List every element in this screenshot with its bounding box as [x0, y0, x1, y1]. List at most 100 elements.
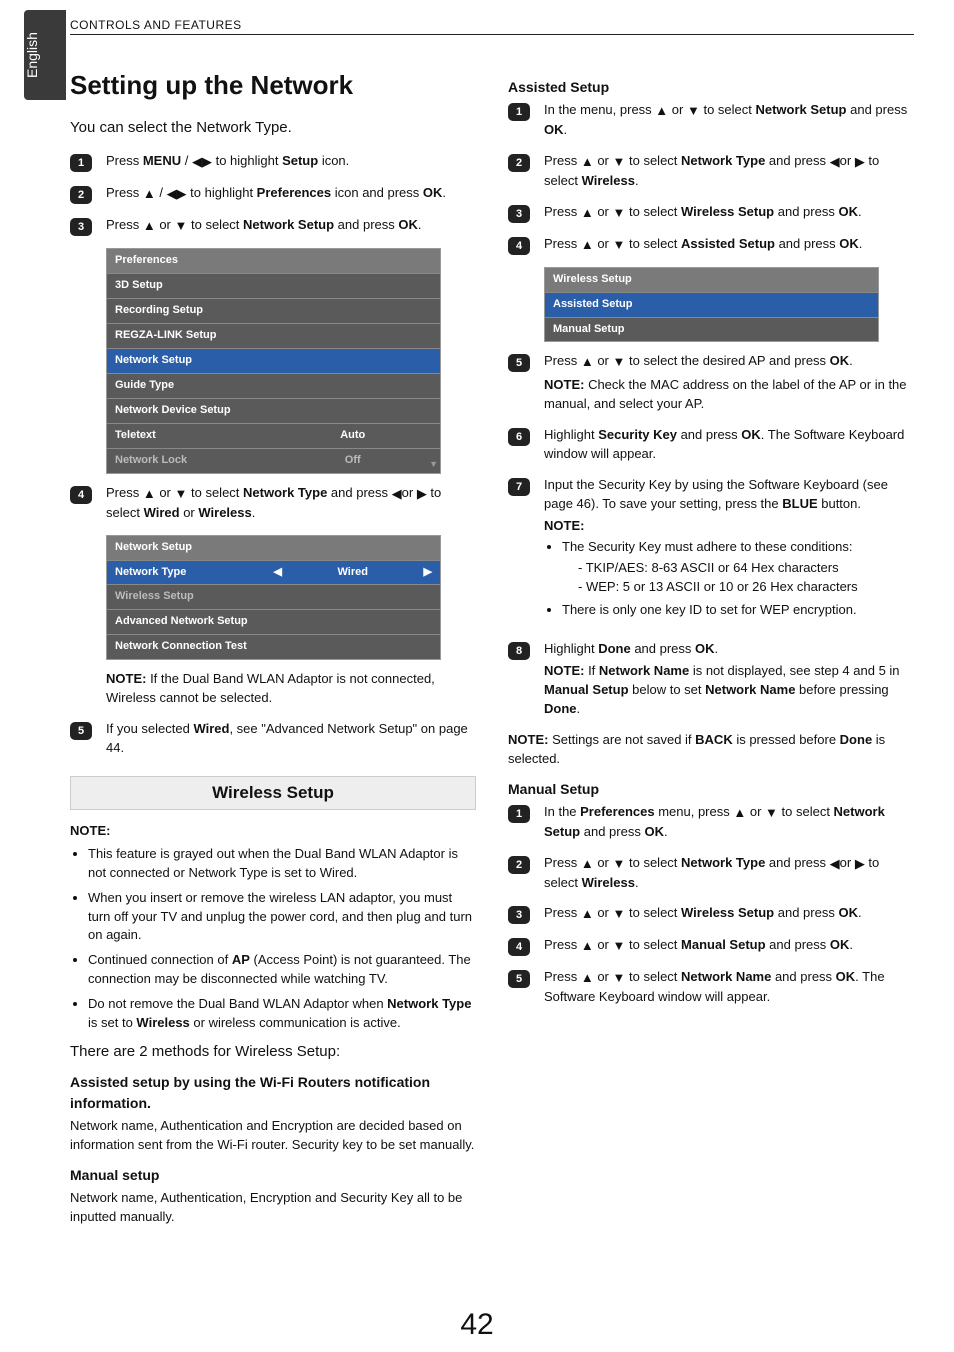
ok-label: OK	[830, 937, 850, 952]
menu-row-label: Teletext	[115, 428, 274, 444]
left-column: Setting up the Network You can select th…	[70, 51, 476, 1235]
step-1-body: Press MENU / ◀▶ to highlight Setup icon.	[106, 152, 476, 172]
menu-row-label: Network Type	[115, 565, 274, 581]
menu-row-label: Guide Type	[115, 378, 432, 394]
preferences-label: Preferences	[257, 185, 331, 200]
text: Continued connection of	[88, 952, 232, 967]
down-icon: ▼	[613, 855, 626, 874]
done-label: Done	[544, 701, 577, 716]
menu-row-value: ◀Wired▶	[274, 565, 433, 581]
step-body: Press ▲ or ▼ to select Network Type and …	[544, 152, 914, 191]
manual-setup-label: Manual Setup	[681, 937, 766, 952]
assisted-step-7: 7 Input the Security Key by using the So…	[508, 476, 914, 628]
menu-row: Network Type◀Wired▶	[107, 560, 440, 585]
assisted-step-1: 1 In the menu, press ▲ or ▼ to select Ne…	[508, 101, 914, 140]
step-badge-3: 3	[508, 205, 530, 223]
text: Press	[544, 905, 581, 920]
menu-row: Guide Type	[107, 373, 440, 398]
right-icon: ▶	[417, 485, 427, 504]
text: to select	[625, 905, 681, 920]
text: to select	[625, 153, 681, 168]
menu-row-label: Network Device Setup	[115, 403, 432, 419]
ok-label: OK	[423, 185, 443, 200]
step-badge-2: 2	[70, 186, 92, 204]
text: If the Dual Band WLAN Adaptor is not con…	[106, 671, 435, 705]
text: menu, press	[580, 102, 655, 117]
page: English CONTROLS AND FEATURES Setting up…	[0, 0, 954, 1352]
text: or	[594, 353, 613, 368]
left-step-2: 2 Press ▲ / ◀▶ to highlight Preferences …	[70, 184, 476, 204]
assisted-setup-label: Assisted Setup	[681, 236, 775, 251]
note-label: NOTE:	[544, 517, 914, 536]
up-icon: ▲	[581, 204, 594, 223]
list-item: There is only one key ID to set for WEP …	[562, 601, 914, 620]
wireless-setup-heading: Wireless Setup	[70, 776, 476, 811]
page-number: 42	[0, 1308, 954, 1342]
step-badge-5: 5	[508, 970, 530, 988]
text: or	[156, 217, 175, 232]
text: /	[156, 185, 167, 200]
text: Highlight	[544, 641, 598, 656]
step-badge-5: 5	[508, 354, 530, 372]
ok-label: OK	[836, 969, 856, 984]
text: icon.	[318, 153, 349, 168]
text: /	[181, 153, 192, 168]
text: and press	[327, 485, 391, 500]
menu-row: Advanced Network Setup	[107, 609, 440, 634]
menu-row: TeletextAuto	[107, 423, 440, 448]
text: menu, press	[655, 804, 734, 819]
text: Press	[106, 185, 143, 200]
language-tab: English	[24, 10, 66, 100]
left-right-icon: ◀▶	[167, 185, 187, 204]
text: In the	[544, 102, 580, 117]
ok-label: OK	[741, 427, 761, 442]
menu-row-value: Off	[274, 453, 433, 469]
menu-row-label: Manual Setup	[553, 322, 870, 338]
text: or	[668, 102, 687, 117]
menu-row: 3D Setup	[107, 273, 440, 298]
left-step-5: 5 If you selected Wired, see "Advanced N…	[70, 720, 476, 758]
wireless-setup-menu: Wireless Setup Assisted SetupManual Setu…	[544, 267, 879, 343]
up-icon: ▲	[581, 153, 594, 172]
blue-button-label: BLUE	[782, 496, 817, 511]
note-label: NOTE:	[544, 377, 584, 392]
text: or	[594, 905, 613, 920]
menu-row-label: Recording Setup	[115, 303, 432, 319]
text: to select	[625, 204, 681, 219]
right-icon: ▶	[424, 565, 432, 581]
text: Press	[544, 855, 581, 870]
menu-row-label: Wireless Setup	[115, 589, 432, 605]
left-icon: ◀	[830, 855, 840, 874]
text: Settings are not saved if	[548, 732, 695, 747]
ok-label: OK	[830, 353, 850, 368]
text: Press	[544, 153, 581, 168]
text: .	[849, 937, 853, 952]
step-badge-8: 8	[508, 642, 530, 660]
text: .	[635, 875, 639, 890]
text: and press	[334, 217, 398, 232]
ok-label: OK	[838, 905, 858, 920]
assisted-step-2: 2 Press ▲ or ▼ to select Network Type an…	[508, 152, 914, 191]
text: to select	[700, 102, 756, 117]
right-column: Assisted Setup 1 In the menu, press ▲ or…	[508, 51, 914, 1235]
step-badge-7: 7	[508, 478, 530, 496]
manual-step-2: 2 Press ▲ or ▼ to select Network Type an…	[508, 854, 914, 893]
step-4-body: Press ▲ or ▼ to select Network Type and …	[106, 484, 476, 523]
ok-label: OK	[838, 204, 858, 219]
methods-intro: There are 2 methods for Wireless Setup:	[70, 1041, 476, 1063]
list-item: When you insert or remove the wireless L…	[88, 889, 476, 946]
up-icon: ▲	[581, 236, 594, 255]
menu-row-value: Auto	[274, 428, 433, 444]
text: Highlight	[544, 427, 598, 442]
text: or	[402, 485, 417, 500]
text: .	[635, 173, 639, 188]
text: icon and press	[331, 185, 423, 200]
intro-text: You can select the Network Type.	[70, 117, 476, 139]
text: or	[594, 153, 613, 168]
ok-label: OK	[644, 824, 664, 839]
security-key-label: Security Key	[598, 427, 677, 442]
text: Press	[544, 353, 581, 368]
text: button.	[818, 496, 861, 511]
note-heading: NOTE:	[70, 822, 476, 841]
manual-step-3: 3 Press ▲ or ▼ to select Wireless Setup …	[508, 904, 914, 924]
